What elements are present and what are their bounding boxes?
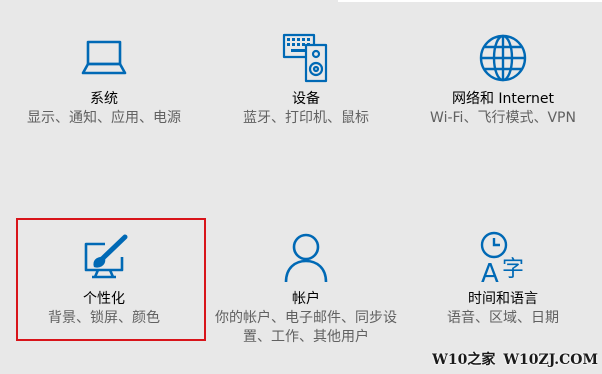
watermark-right: W10ZJ.COM <box>503 352 598 368</box>
tile-network-internet[interactable]: 网络和 Internet Wi-Fi、飞行模式、VPN <box>404 30 602 154</box>
site-watermark: W10之家 W10ZJ.COM <box>432 348 598 372</box>
top-edge-strip <box>338 0 602 2</box>
tile-description: 显示、通知、应用、电源 <box>27 110 181 126</box>
svg-text:A: A <box>481 259 499 286</box>
tile-accounts[interactable]: 帐户 你的帐户、电子邮件、同步设置、工作、其他用户 <box>208 230 404 354</box>
tile-system[interactable]: 系统 显示、通知、应用、电源 <box>6 30 202 154</box>
tile-description: 你的帐户、电子邮件、同步设置、工作、其他用户 <box>215 310 397 345</box>
svg-text:字: 字 <box>502 257 524 282</box>
tile-description: 背景、锁屏、颜色 <box>48 310 160 326</box>
person-icon <box>278 230 334 286</box>
tile-title: 设备 <box>292 91 320 107</box>
tile-description: 蓝牙、打印机、鼠标 <box>243 110 369 126</box>
tile-title: 网络和 Internet <box>451 91 555 107</box>
tile-time-language[interactable]: A 字 时间和语言 语音、区域、日期 <box>404 230 602 354</box>
globe-icon <box>475 30 531 86</box>
clock-language-icon: A 字 <box>475 230 531 286</box>
tile-description: Wi-Fi、飞行模式、VPN <box>430 110 576 126</box>
tile-personalization[interactable]: 个性化 背景、锁屏、颜色 <box>6 230 202 354</box>
tile-title: 系统 <box>90 91 118 107</box>
tile-title: 个性化 <box>83 291 125 307</box>
keyboard-speaker-icon <box>278 30 334 86</box>
laptop-icon <box>76 30 132 86</box>
tile-description: 语音、区域、日期 <box>447 310 559 326</box>
paintbrush-monitor-icon <box>76 230 132 286</box>
tile-title: 帐户 <box>292 291 320 307</box>
tile-title: 时间和语言 <box>468 291 538 307</box>
watermark-left: W10之家 <box>432 352 496 368</box>
tile-devices[interactable]: 设备 蓝牙、打印机、鼠标 <box>208 30 404 154</box>
